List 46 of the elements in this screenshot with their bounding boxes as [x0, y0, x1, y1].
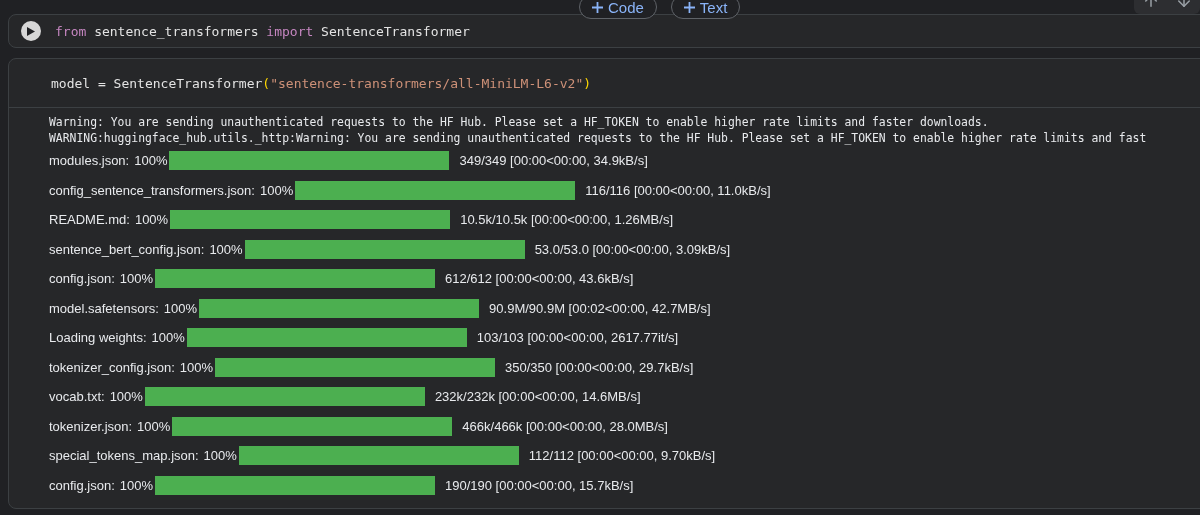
progress-stats: 103/103 [00:00<00:00, 2617.77it/s] — [476, 330, 679, 346]
progress-stats: 112/112 [00:00<00:00, 9.70kB/s] — [528, 448, 716, 464]
code-line: from sentence_transformers import SentenceTransformer — [55, 23, 470, 39]
progress-label: config.json: — [49, 477, 115, 493]
progress-stats: 53.0/53.0 [00:00<00:00, 3.09kB/s] — [534, 241, 731, 257]
add-cell-button[interactable]: Code — [579, 0, 657, 19]
progress-label: config.json: — [49, 271, 115, 287]
progress-percent: 100% — [179, 359, 213, 375]
progress-percent: 100% — [151, 330, 185, 346]
progress-stats: 349/349 [00:00<00:00, 34.9kB/s] — [459, 153, 648, 169]
progress-stats: 232k/232k [00:00<00:00, 14.6MB/s] — [434, 389, 641, 405]
progress-percent: 100% — [203, 448, 237, 464]
progress-label: vocab.txt: — [49, 389, 105, 405]
progress-label: sentence_bert_config.json: — [49, 241, 205, 257]
progress-label: model.safetensors: — [49, 300, 159, 316]
progress-stats: 90.9M/90.9M [00:02<00:00, 42.7MB/s] — [489, 300, 711, 316]
progress-stats: 190/190 [00:00<00:00, 15.7kB/s] — [445, 477, 634, 493]
progress-stats: 116/116 [00:00<00:00, 11.0kB/s] — [585, 182, 771, 198]
progress-label: special_tokens_map.json: — [49, 448, 199, 464]
progress-stats: 350/350 [00:00<00:00, 29.7kB/s] — [505, 359, 694, 375]
progress-percent: 100% — [134, 153, 168, 169]
progress-percent: 100% — [163, 300, 198, 316]
progress-label: modules.json: — [49, 153, 130, 169]
progress-percent: 100% — [109, 389, 143, 405]
progress-label: config_sentence_transformers.json: — [49, 182, 255, 198]
progress-percent: 100% — [259, 182, 294, 198]
progress-percent: 100% — [209, 241, 243, 257]
progress-stats: 466k/466k [00:00<00:00, 28.0MB/s] — [462, 418, 668, 434]
progress-label: tokenizer.json: — [49, 418, 133, 434]
plus-icon — [592, 1, 603, 13]
progress-percent: 100% — [119, 271, 153, 287]
progress-stats: 10.5k/10.5k [00:00<00:00, 1.26MB/s] — [460, 212, 673, 228]
progress-label: README.md: — [49, 212, 130, 228]
progress-percent: 100% — [134, 212, 169, 228]
progress-label: Loading weights: — [49, 330, 147, 346]
run-button[interactable] — [21, 21, 41, 41]
code-line: model = SentenceTransformer("sentence-transformers/all-MiniLM-L6-v2") — [51, 75, 592, 91]
output-line: WARNING:huggingface_hub.utils._http:Warning: You are sending unauthenticated requests to the HF Hub. Please set a HF_TOKEN to enable higher rate limits and fast — [49, 130, 1148, 146]
plus-icon — [683, 1, 695, 13]
progress-stats: 612/612 [00:00<00:00, 43.6kB/s] — [445, 271, 634, 287]
progress-label: tokenizer_config.json: — [49, 359, 175, 375]
play-icon — [27, 26, 35, 36]
progress-percent: 100% — [119, 477, 153, 493]
add-cell-button[interactable]: Text — [670, 0, 741, 19]
output-line: Warning: You are sending unauthenticated requests to the HF Hub. Please set a HF_TOKEN to enable higher rate limits and faster downloads. — [49, 114, 990, 130]
progress-percent: 100% — [137, 418, 171, 434]
